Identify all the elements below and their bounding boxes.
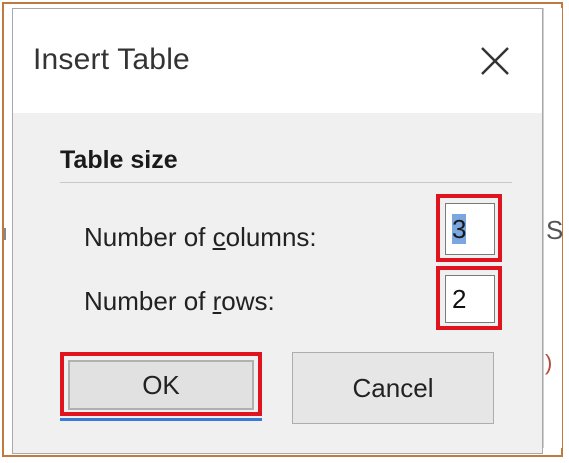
ok-focus-underline [60, 418, 262, 421]
document-margin-mark [4, 228, 6, 240]
columns-highlight-box [436, 194, 502, 262]
rows-label: Number of rows: [84, 286, 275, 316]
table-size-group-label: Table size [60, 146, 178, 174]
rows-mnemonic: r [212, 286, 222, 316]
dialog-title: Insert Table [33, 43, 190, 76]
document-text-fragment: S [546, 215, 564, 245]
close-button[interactable] [473, 39, 517, 83]
columns-label: Number of columns: [84, 222, 317, 252]
dialog-titlebar: Insert Table [13, 9, 542, 113]
columns-mnemonic: c [212, 222, 226, 252]
cancel-button[interactable]: Cancel [292, 352, 494, 424]
group-separator [60, 182, 512, 183]
rows-highlight-box [436, 266, 502, 330]
ok-highlight-box [60, 352, 262, 416]
document-text-fragment-red: ) [545, 350, 553, 375]
close-icon [481, 47, 509, 75]
